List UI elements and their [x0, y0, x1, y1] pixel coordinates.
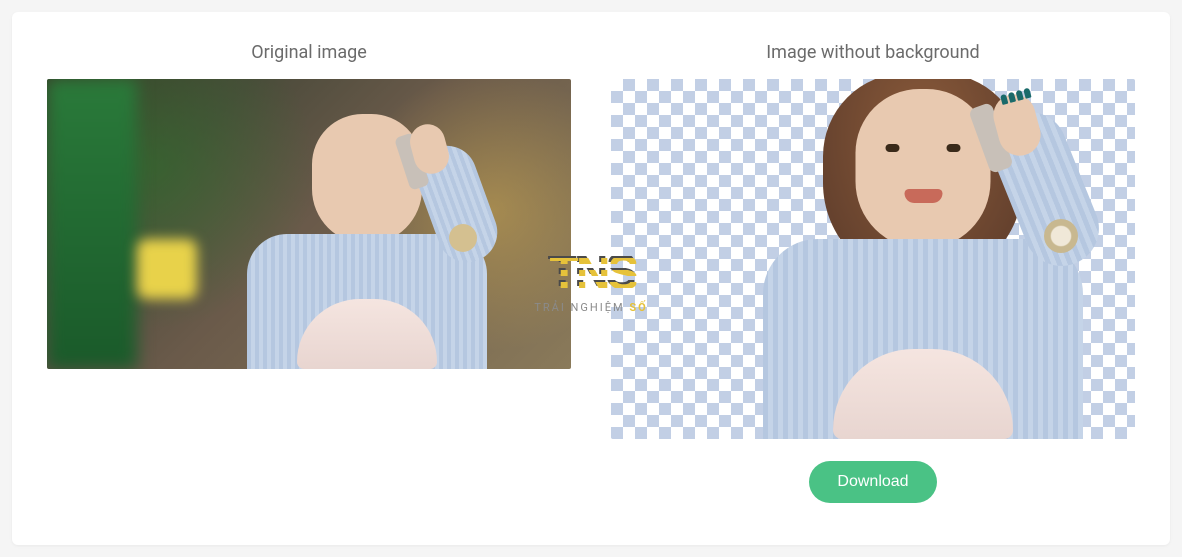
watch: [1044, 219, 1078, 253]
person-figure: [257, 114, 477, 369]
image-compare-grid: Original image Image without background: [47, 42, 1135, 503]
eye: [947, 144, 961, 152]
original-column: Original image: [47, 42, 571, 369]
watch: [449, 224, 477, 252]
mouth: [904, 189, 942, 203]
result-card: Original image Image without background: [12, 12, 1170, 545]
original-label: Original image: [251, 42, 367, 63]
download-button[interactable]: Download: [809, 461, 936, 503]
bg-accent: [137, 239, 197, 299]
person-cutout: [753, 79, 1093, 439]
nobg-image: [611, 79, 1135, 439]
nobg-column: Image without background: [611, 42, 1135, 503]
eye: [886, 144, 900, 152]
nobg-label: Image without background: [766, 42, 979, 63]
head: [312, 114, 422, 244]
original-image: [47, 79, 571, 369]
bg-foliage: [47, 79, 137, 369]
